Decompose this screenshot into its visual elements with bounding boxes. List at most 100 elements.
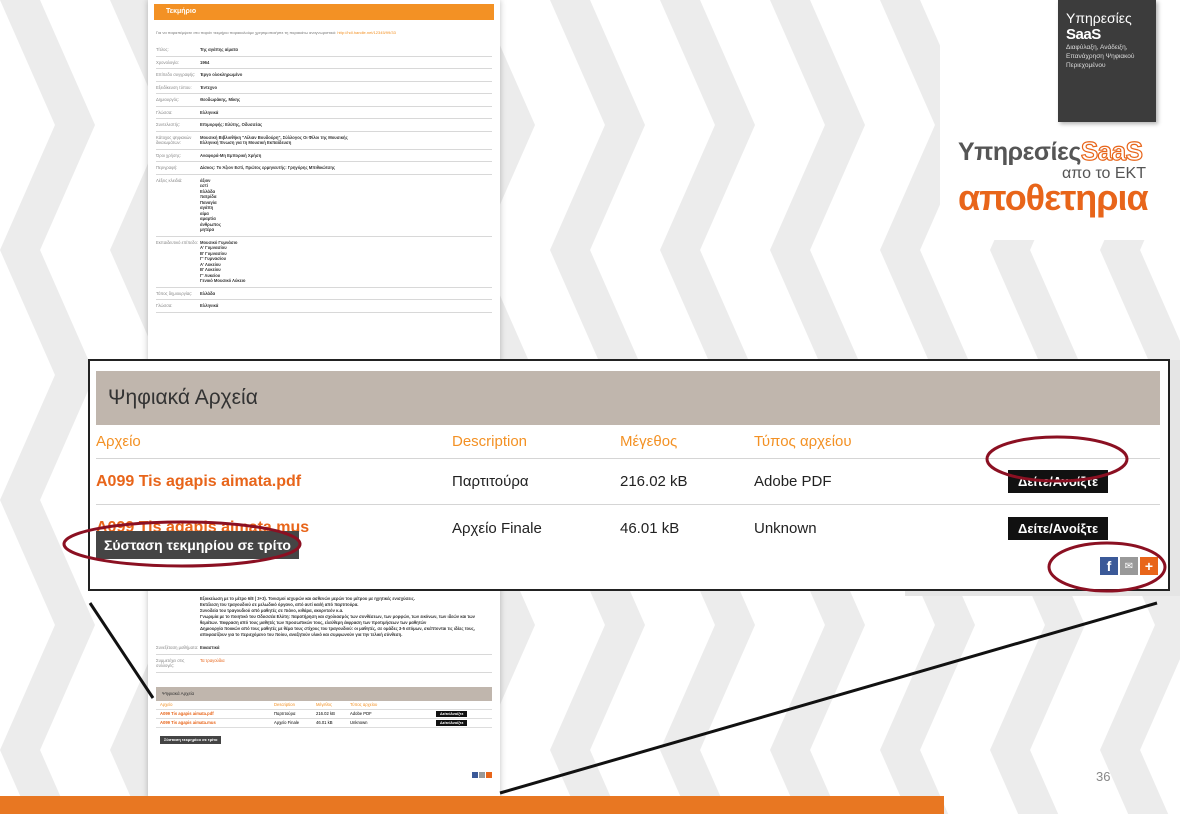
metadata-value: Επιμορφής: Ελύτης, Οδυσσέας (200, 122, 263, 127)
metadata-key: Συνεξέταση μαθήματα: (156, 645, 199, 650)
metadata-row: Επίπεδο συγγραφής: Έργο ολοκληρωμένο (156, 69, 492, 82)
mini-recommend-button[interactable]: Σύσταση τεκμηρίου σε τρίτο (160, 735, 222, 744)
metadata-value: Μουσική Βιβλιοθήκη "Λίλιαν Βουδούρη", Σύ… (200, 134, 348, 146)
metadata-value: Θεοδωράκης, Μίκης (200, 97, 241, 102)
metadata-key: Λέξεις κλειδιά: (156, 177, 183, 183)
metadata-value: Ελληνικά (200, 303, 219, 308)
mini-file-size: 216.02 kB (316, 710, 335, 716)
metadata-key: Όροι χρήσης: (156, 152, 182, 158)
metadata-table: Τίτλος: Της αγάπης αίματα Χρονολογία: 1964 Ε… (148, 44, 500, 313)
col-file: Αρχείο (96, 433, 141, 450)
slide-number: 36 (1096, 769, 1111, 784)
handle-intro: Για να παραπέμψετε στο παρόν τεκμήριο πα… (156, 30, 492, 36)
col-type: Τύπος αρχείου (754, 433, 852, 450)
open-button[interactable]: Δείτε/Ανοίξτε (1008, 470, 1109, 493)
mini-plus-icon[interactable] (486, 772, 492, 778)
mini-file-name[interactable]: A099 Tis agapis aimata.pdf (156, 710, 274, 718)
social-share-icons: f ✉ + (1100, 557, 1158, 575)
facebook-icon[interactable]: f (1100, 557, 1118, 575)
mini-file-size: 46.01 kB (316, 719, 333, 725)
mini-col-file: Αρχείο (160, 701, 173, 707)
metadata-value: Έντεχνο (200, 84, 218, 90)
item-description: Εξοικείωση με το μέτρο 6/8 ( 3+3). Τονισ… (200, 596, 475, 637)
metadata-value: Ελλάδα (200, 290, 216, 296)
mini-panel-title: Ψηφιακά Αρχεία (156, 686, 492, 701)
metadata-value: Εικαστικά (200, 645, 220, 650)
badge-name: SaaS (1066, 26, 1101, 43)
mini-file-type: Unknown (350, 719, 368, 725)
handle-link[interactable]: http://hdl.handle.net/12345/99/33 (337, 30, 396, 35)
metadata-value: άξιον εστί Ελλάδα πατρίδα Παναγία αγάπη … (200, 177, 222, 233)
mini-file-type: Adobe PDF (350, 710, 372, 716)
file-description: Παρτιτούρα (452, 473, 529, 490)
metadata-value: Δίσκος: Το Άξιον Εστί, Πρώτος ερμηνευτής… (200, 165, 336, 170)
bottom-accent-bar (0, 796, 944, 814)
open-button[interactable]: Δείτε/Ανοίξτε (1008, 516, 1109, 540)
mini-social-icons (472, 772, 492, 778)
brand-logo: ΥπηρεσίεςSaaS απο το ΕΚΤ αποθετηρια (958, 135, 1158, 218)
file-type: Adobe PDF (754, 473, 832, 490)
badge-title: Υπηρεσίες (1066, 10, 1132, 26)
metadata-key: Τόπος δημιουργίας: (156, 290, 193, 296)
mini-col-type: Τύπος αρχείου (350, 701, 378, 707)
badge-subtitle: Διαφύλαξη, Ανάδειξη, Επανάχρηση Ψηφιακού… (1066, 44, 1135, 69)
metadata-key: Γλώσσα: (156, 109, 173, 115)
mini-table-header: Αρχείο Description Μέγεθος Τύπος αρχείου (156, 701, 492, 710)
metadata-key: Εξειδίκευση τύπου: (156, 84, 192, 90)
mini-col-size: Μέγεθος (316, 701, 332, 707)
table-row: A099 Tis agapis aimata.pdf Παρτιτούρα 21… (96, 459, 1160, 505)
metadata-row: Συνεξέταση μαθήματα: Εικαστικά (156, 642, 492, 655)
brand-line1: ΥπηρεσίεςSaaS (958, 135, 1158, 167)
metadata-value: Έργο ολοκληρωμένο (200, 72, 243, 77)
saas-badge: Υπηρεσίες SaaS Διαφύλαξη, Ανάδειξη, Επαν… (1058, 0, 1156, 122)
brand-repositories: αποθετηρια (958, 177, 1149, 218)
metadata-row: Χρονολογία: 1964 (156, 57, 492, 69)
mini-share-icon[interactable] (479, 772, 485, 778)
col-description: Description (452, 433, 528, 450)
mini-table-row: A099 Tis agapis aimata.mus Αρχείο Finale… (156, 719, 492, 728)
brand-saas: SaaS (1080, 135, 1143, 166)
mini-col-description: Description (274, 701, 295, 707)
file-name-link[interactable]: A099 Tis agapis aimata.pdf (96, 473, 452, 491)
metadata-row: Εξειδίκευση τύπου: Έντεχνο (156, 82, 492, 94)
mini-facebook-icon[interactable] (472, 772, 478, 778)
metadata-key: Δημιουργός: (156, 97, 180, 102)
metadata-key: Συντελεστής: (156, 122, 181, 127)
metadata-key: Τίτλος: (156, 47, 169, 52)
mini-open-button[interactable]: Δείτε/Ανοίξτε (436, 719, 468, 726)
metadata-value: Της αγάπης αίματα (200, 47, 238, 52)
mini-open-button[interactable]: Δείτε/Ανοίξτε (436, 710, 468, 717)
panel-title: Ψηφιακά Αρχεία (96, 371, 1160, 425)
metadata-table-lower: Συνεξέταση μαθήματα: Εικαστικά Συμμετέχει … (148, 642, 500, 673)
metadata-row: Εκπαιδευτικό επίπεδο: Μουσικό Γυμνάσιο Α'… (156, 237, 492, 288)
plus-icon[interactable]: + (1140, 557, 1158, 575)
zoomed-digital-files-panel: Ψηφιακά Αρχεία Αρχείο Description Μέγεθο… (88, 359, 1170, 591)
metadata-row: Γλώσσα: Ελληνικά (156, 107, 492, 119)
metadata-row: Συμμετέχει στις συλλογές: Τα τραγούδια (156, 655, 492, 673)
share-icon[interactable]: ✉ (1120, 557, 1138, 575)
file-type: Unknown (754, 519, 817, 537)
metadata-row: Λέξεις κλειδιά: άξιον εστί Ελλάδα πατρίδα… (156, 175, 492, 237)
metadata-row: Τίτλος: Της αγάπης αίματα (156, 44, 492, 57)
metadata-row: Γλώσσα: Ελληνικά (156, 300, 492, 313)
metadata-row: Συντελεστής: Επιμορφής: Ελύτης, Οδυσσέας (156, 119, 492, 132)
metadata-row: Δημιουργός: Θεοδωράκης, Μίκης (156, 94, 492, 107)
metadata-value[interactable]: Τα τραγούδια (200, 658, 492, 669)
metadata-row: Περιγραφή: Δίσκος: Το Άξιον Εστί, Πρώτος … (156, 162, 492, 175)
item-header: Τεκμήριο (154, 4, 494, 20)
metadata-row: Κάτοχος ψηφιακών δικαιωμάτων: Μουσική Βιβ… (156, 132, 492, 150)
scan-lower-section: Εξοικείωση με το μέτρο 6/8 ( 3+3). Τονισ… (148, 596, 500, 778)
files-table-header: Αρχείο Description Μέγεθος Τύπος αρχείου (96, 425, 1160, 459)
mini-table-row: A099 Tis agapis aimata.pdf Παρτιτούρα 21… (156, 710, 492, 719)
recommend-item-button[interactable]: Σύσταση τεκμηρίου σε τρίτο (96, 531, 299, 559)
mini-file-desc: Αρχείο Finale (274, 719, 300, 725)
mini-file-name[interactable]: A099 Tis agapis aimata.mus (156, 719, 274, 727)
col-size: Μέγεθος (620, 433, 678, 450)
metadata-value: 1964 (200, 59, 210, 65)
metadata-value: Αναφορά-Μη Εμπορική Χρήση (200, 152, 262, 158)
metadata-key: Περιγραφή: (156, 165, 178, 170)
handle-intro-text: Για να παραπέμψετε στο παρόν τεκμήριο πα… (156, 30, 337, 35)
mini-digital-files-panel: Ψηφιακά Αρχεία Αρχείο Description Μέγεθο… (156, 686, 492, 746)
metadata-key: Χρονολογία: (156, 59, 179, 65)
file-size: 46.01 kB (620, 519, 680, 537)
